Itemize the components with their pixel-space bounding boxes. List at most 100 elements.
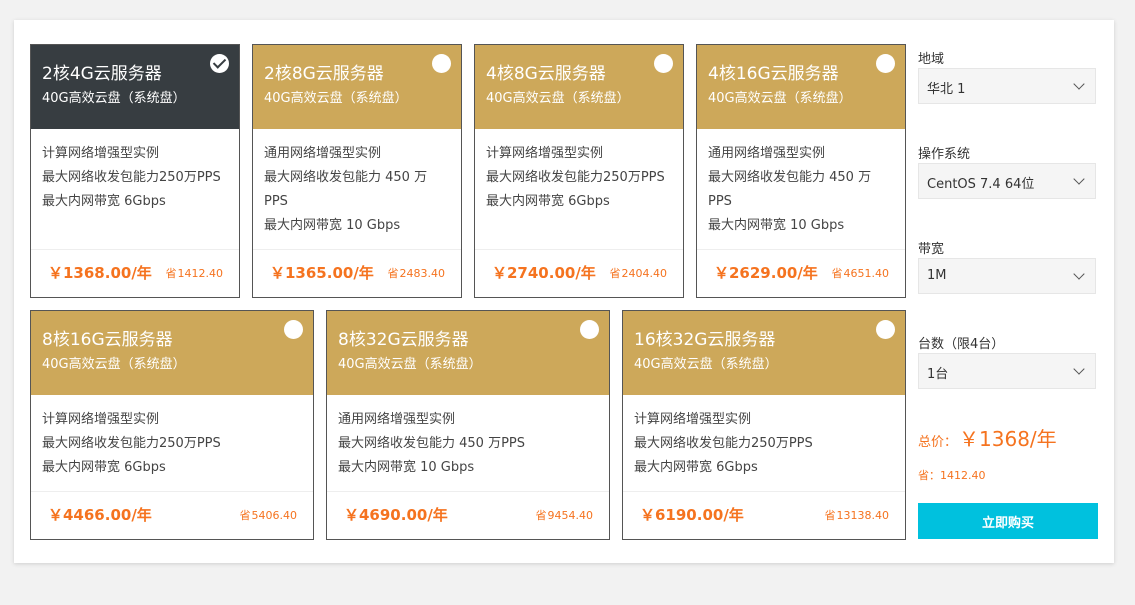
- server-card-4c8g[interactable]: 4核8G云服务器 40G高效云盘（系统盘） 计算网络增强型实例 最大网络收发包能…: [474, 44, 684, 298]
- card-header: 4核8G云服务器 40G高效云盘（系统盘）: [475, 45, 683, 129]
- spec-pps: 最大网络收发包能力250万PPS: [42, 170, 221, 185]
- card-save-amount: 13138.40: [836, 509, 890, 522]
- spec-pps: 最大网络收发包能力 450 万PPS: [708, 170, 872, 209]
- buy-now-button[interactable]: 立即购买: [918, 503, 1098, 539]
- card-specs: 计算网络增强型实例 最大网络收发包能力250万PPS 最大内网带宽 6Gbps: [623, 395, 905, 480]
- card-footer: ￥1368.00/年 省1412.40: [31, 249, 239, 297]
- card-subtitle: 40G高效云盘（系统盘）: [486, 91, 630, 106]
- bandwidth-label: 带宽: [918, 242, 945, 257]
- card-subtitle: 40G高效云盘（系统盘）: [42, 357, 186, 372]
- radio-icon[interactable]: [284, 320, 303, 339]
- bandwidth-select[interactable]: 1M: [918, 258, 1096, 294]
- save-icon: 省: [387, 267, 399, 280]
- spec-pps: 最大网络收发包能力 450 万PPS: [338, 436, 526, 451]
- radio-icon[interactable]: [654, 54, 673, 73]
- count-select[interactable]: 1台: [918, 353, 1096, 389]
- card-save-amount: 9454.40: [547, 509, 594, 522]
- card-price: ￥4690.00/年: [344, 506, 448, 524]
- radio-icon[interactable]: [432, 54, 451, 73]
- card-header: 8核32G云服务器 40G高效云盘（系统盘）: [327, 311, 609, 395]
- save-icon: 省: [831, 267, 843, 280]
- spec-instance-type: 计算网络增强型实例: [486, 146, 604, 161]
- spec-instance-type: 计算网络增强型实例: [42, 146, 160, 161]
- card-subtitle: 40G高效云盘（系统盘）: [42, 91, 186, 106]
- total-save: 省：1412.40: [918, 469, 986, 482]
- card-title: 8核32G云服务器: [338, 330, 469, 350]
- spec-instance-type: 通用网络增强型实例: [264, 146, 382, 161]
- total-value: ￥1368/年: [959, 427, 1057, 451]
- spec-instance-type: 通用网络增强型实例: [708, 146, 826, 161]
- save-icon: 省: [824, 509, 836, 522]
- server-card-2c8g[interactable]: 2核8G云服务器 40G高效云盘（系统盘） 通用网络增强型实例 最大网络收发包能…: [252, 44, 462, 298]
- spec-instance-type: 计算网络增强型实例: [634, 412, 752, 427]
- card-footer: ￥4466.00/年 省5406.40: [31, 491, 313, 539]
- card-save: 省13138.40: [825, 507, 890, 523]
- server-card-2c4g[interactable]: 2核4G云服务器 40G高效云盘（系统盘） 计算网络增强型实例 最大网络收发包能…: [30, 44, 240, 298]
- card-subtitle: 40G高效云盘（系统盘）: [338, 357, 482, 372]
- card-save: 省9454.40: [536, 507, 594, 523]
- save-icon: 省: [535, 509, 547, 522]
- spec-pps: 最大网络收发包能力 450 万PPS: [264, 170, 428, 209]
- card-save: 省2483.40: [388, 265, 446, 281]
- server-card-8c32g[interactable]: 8核32G云服务器 40G高效云盘（系统盘） 通用网络增强型实例 最大网络收发包…: [326, 310, 610, 540]
- card-save-amount: 4651.40: [843, 267, 890, 280]
- save-icon: 省: [165, 267, 177, 280]
- os-value: CentOS 7.4 64位: [927, 177, 1035, 192]
- card-subtitle: 40G高效云盘（系统盘）: [708, 91, 852, 106]
- save-icon: 省: [609, 267, 621, 280]
- spec-instance-type: 计算网络增强型实例: [42, 412, 160, 427]
- card-specs: 计算网络增强型实例 最大网络收发包能力250万PPS 最大内网带宽 6Gbps: [31, 129, 239, 214]
- spec-bandwidth: 最大内网带宽 10 Gbps: [338, 460, 475, 475]
- radio-icon[interactable]: [876, 54, 895, 73]
- card-footer: ￥1365.00/年 省2483.40: [253, 249, 461, 297]
- card-footer: ￥2629.00/年 省4651.40: [697, 249, 905, 297]
- card-save-amount: 5406.40: [251, 509, 298, 522]
- card-price: ￥1365.00/年: [270, 264, 374, 282]
- spec-bandwidth: 最大内网带宽 10 Gbps: [264, 218, 401, 233]
- region-select[interactable]: 华北 1: [918, 68, 1096, 104]
- spec-bandwidth: 最大内网带宽 6Gbps: [42, 460, 166, 475]
- server-card-4c16g[interactable]: 4核16G云服务器 40G高效云盘（系统盘） 通用网络增强型实例 最大网络收发包…: [696, 44, 906, 298]
- card-subtitle: 40G高效云盘（系统盘）: [264, 91, 408, 106]
- bandwidth-value: 1M: [927, 268, 947, 283]
- radio-icon[interactable]: [876, 320, 895, 339]
- card-specs: 计算网络增强型实例 最大网络收发包能力250万PPS 最大内网带宽 6Gbps: [31, 395, 313, 480]
- os-select[interactable]: CentOS 7.4 64位: [918, 163, 1096, 199]
- check-icon[interactable]: [210, 54, 229, 73]
- card-price: ￥4466.00/年: [48, 506, 152, 524]
- card-price: ￥2629.00/年: [714, 264, 818, 282]
- card-save-amount: 2404.40: [621, 267, 668, 280]
- total-price: 总价： ￥1368/年: [918, 423, 1057, 452]
- chevron-down-icon: [1073, 78, 1085, 90]
- card-footer: ￥2740.00/年 省2404.40: [475, 249, 683, 297]
- server-card-8c16g[interactable]: 8核16G云服务器 40G高效云盘（系统盘） 计算网络增强型实例 最大网络收发包…: [30, 310, 314, 540]
- count-value: 1台: [927, 367, 949, 382]
- spec-pps: 最大网络收发包能力250万PPS: [42, 436, 221, 451]
- card-specs: 计算网络增强型实例 最大网络收发包能力250万PPS 最大内网带宽 6Gbps: [475, 129, 683, 214]
- card-header: 8核16G云服务器 40G高效云盘（系统盘）: [31, 311, 313, 395]
- card-title: 8核16G云服务器: [42, 330, 173, 350]
- card-specs: 通用网络增强型实例 最大网络收发包能力 450 万PPS 最大内网带宽 10 G…: [697, 129, 905, 238]
- spec-pps: 最大网络收发包能力250万PPS: [634, 436, 813, 451]
- card-save: 省1412.40: [166, 265, 224, 281]
- card-save: 省4651.40: [832, 265, 890, 281]
- spec-pps: 最大网络收发包能力250万PPS: [486, 170, 665, 185]
- server-card-16c32g[interactable]: 16核32G云服务器 40G高效云盘（系统盘） 计算网络增强型实例 最大网络收发…: [622, 310, 906, 540]
- card-header: 16核32G云服务器 40G高效云盘（系统盘）: [623, 311, 905, 395]
- card-header: 2核8G云服务器 40G高效云盘（系统盘）: [253, 45, 461, 129]
- card-header: 4核16G云服务器 40G高效云盘（系统盘）: [697, 45, 905, 129]
- card-price: ￥2740.00/年: [492, 264, 596, 282]
- card-save-amount: 2483.40: [399, 267, 446, 280]
- region-label: 地域: [918, 52, 945, 67]
- card-save-amount: 1412.40: [177, 267, 224, 280]
- chevron-down-icon: [1073, 173, 1085, 185]
- product-panel: 2核4G云服务器 40G高效云盘（系统盘） 计算网络增强型实例 最大网络收发包能…: [14, 20, 1114, 563]
- chevron-down-icon: [1073, 363, 1085, 375]
- card-specs: 通用网络增强型实例 最大网络收发包能力 450 万PPS 最大内网带宽 10 G…: [253, 129, 461, 238]
- card-save: 省5406.40: [240, 507, 298, 523]
- spec-bandwidth: 最大内网带宽 10 Gbps: [708, 218, 845, 233]
- spec-instance-type: 通用网络增强型实例: [338, 412, 456, 427]
- card-subtitle: 40G高效云盘（系统盘）: [634, 357, 778, 372]
- spec-bandwidth: 最大内网带宽 6Gbps: [486, 194, 610, 209]
- radio-icon[interactable]: [580, 320, 599, 339]
